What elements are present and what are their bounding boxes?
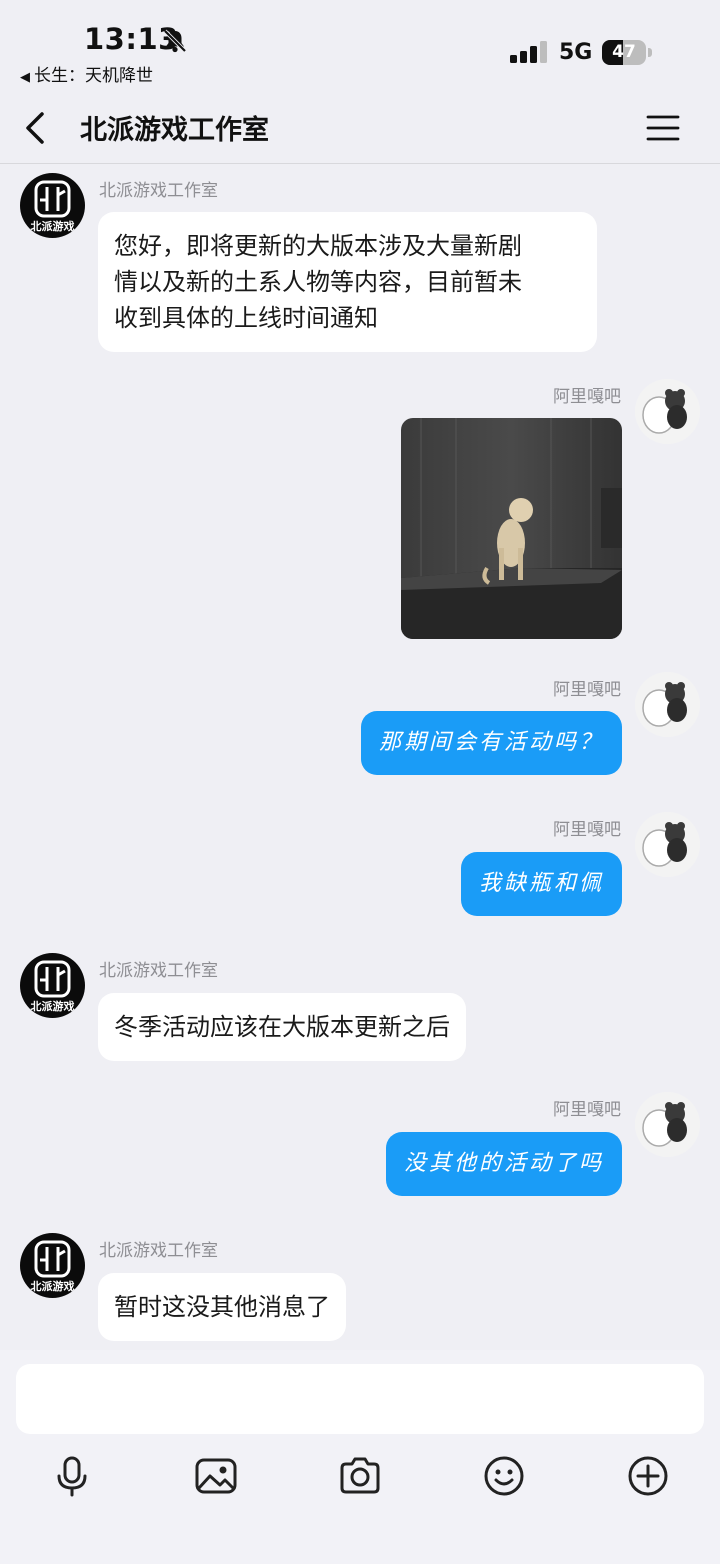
emoji-icon[interactable] bbox=[480, 1452, 528, 1500]
studio-logo-icon: 北派游戏 bbox=[31, 960, 75, 1013]
incoming-message-bubble[interactable]: 冬季活动应该在大版本更新之后 bbox=[98, 993, 466, 1061]
studio-logo-icon: 北派游戏 bbox=[31, 180, 75, 233]
user-avatar[interactable] bbox=[635, 812, 700, 877]
studio-logo-text: 北派游戏 bbox=[31, 1279, 75, 1293]
user-avatar[interactable] bbox=[635, 379, 700, 444]
chat-header: 北派游戏工作室 bbox=[0, 92, 720, 164]
studio-avatar[interactable]: 北派游戏 bbox=[20, 953, 85, 1018]
message-sender: 阿里嘎吧 bbox=[553, 1100, 621, 1120]
studio-avatar[interactable]: 北派游戏 bbox=[20, 173, 85, 238]
message-sender: 北派游戏工作室 bbox=[99, 961, 218, 981]
bell-muted-icon bbox=[163, 29, 187, 53]
outgoing-message-bubble[interactable]: 没其他的活动了吗 bbox=[385, 1132, 622, 1196]
message-sender: 北派游戏工作室 bbox=[99, 1241, 218, 1261]
network-type: 5G bbox=[559, 40, 593, 65]
user-avatar[interactable] bbox=[635, 672, 700, 737]
message-sender: 阿里嘎吧 bbox=[553, 680, 621, 700]
outgoing-message-bubble[interactable]: 我缺瓶和佩 bbox=[460, 852, 622, 916]
image-icon[interactable] bbox=[192, 1452, 240, 1500]
back-triangle-icon: ◀ bbox=[20, 70, 30, 85]
camera-icon[interactable] bbox=[336, 1452, 384, 1500]
studio-logo-text: 北派游戏 bbox=[31, 219, 75, 233]
back-chevron-icon[interactable] bbox=[18, 106, 58, 150]
chat-title: 北派游戏工作室 bbox=[80, 115, 269, 146]
battery-level: 47 bbox=[612, 42, 636, 62]
signal-icon bbox=[510, 41, 547, 63]
studio-logo-icon: 北派游戏 bbox=[31, 1240, 75, 1293]
studio-logo-text: 北派游戏 bbox=[31, 999, 75, 1013]
user-avatar-image bbox=[635, 672, 700, 737]
message-sender: 阿里嘎吧 bbox=[553, 387, 621, 407]
message-line: 您好，即将更新的大版本涉及大量新剧 bbox=[114, 232, 522, 260]
composer bbox=[0, 1350, 720, 1564]
user-avatar[interactable] bbox=[635, 1092, 700, 1157]
user-avatar-image bbox=[635, 379, 700, 444]
user-avatar-image bbox=[635, 812, 700, 877]
user-avatar-image bbox=[635, 1092, 700, 1157]
back-to-app-link[interactable]: ◀ 长生：天机降世 bbox=[20, 61, 153, 86]
message-sender: 阿里嘎吧 bbox=[553, 820, 621, 840]
back-app-label: 长生：天机降世 bbox=[34, 66, 153, 86]
dog-photo-image bbox=[401, 418, 622, 639]
outgoing-message-bubble[interactable]: 那期间会有活动吗？ bbox=[360, 711, 622, 775]
studio-avatar[interactable]: 北派游戏 bbox=[20, 1233, 85, 1298]
incoming-message-bubble[interactable]: 暂时这没其他消息了 bbox=[98, 1273, 346, 1341]
microphone-icon[interactable] bbox=[48, 1452, 96, 1500]
incoming-message-bubble[interactable]: 您好，即将更新的大版本涉及大量新剧 情以及新的土系人物等内容，目前暂未 收到具体… bbox=[98, 212, 597, 352]
plus-icon[interactable] bbox=[624, 1452, 672, 1500]
sent-photo[interactable] bbox=[401, 418, 622, 639]
message-input[interactable] bbox=[16, 1364, 704, 1434]
status-bar: 13:13 ◀ 长生：天机降世 5G 47 bbox=[0, 0, 720, 92]
menu-icon[interactable] bbox=[645, 112, 681, 144]
battery-icon: 47 bbox=[602, 40, 652, 65]
message-line: 收到具体的上线时间通知 bbox=[114, 304, 378, 332]
message-sender: 北派游戏工作室 bbox=[99, 181, 218, 201]
message-line: 情以及新的土系人物等内容，目前暂未 bbox=[114, 268, 522, 296]
